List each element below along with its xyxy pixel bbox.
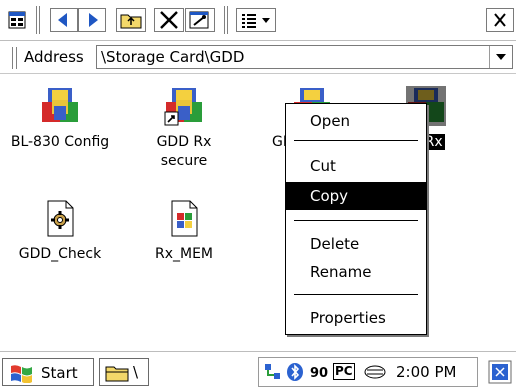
view-icon[interactable]	[6, 8, 28, 32]
menu-separator	[294, 220, 418, 221]
menu-item-cut[interactable]: Cut	[286, 152, 426, 180]
app-shortcut-icon	[164, 86, 204, 126]
file-item[interactable]: BL-830 Config	[0, 86, 120, 152]
connection-icon[interactable]	[263, 362, 283, 382]
menu-item-copy[interactable]: Copy	[286, 182, 426, 210]
toolbar-grip	[36, 6, 40, 34]
file-list: BL-830 Config GDD Rx secure Rx GDD_Check…	[0, 74, 516, 350]
pc-connection-icon[interactable]: PC	[333, 363, 355, 380]
start-button[interactable]: Start	[2, 358, 94, 386]
bluetooth-icon[interactable]	[285, 362, 305, 382]
taskbar-folder-button[interactable]: \	[99, 358, 149, 386]
windows-logo-icon	[11, 365, 32, 383]
sync-icon[interactable]: 90	[309, 363, 331, 381]
menu-item-delete[interactable]: Delete	[286, 230, 426, 258]
start-label: Start	[41, 364, 78, 382]
gear-file-icon	[40, 198, 80, 238]
file-label-line2: secure	[160, 153, 208, 169]
file-label: Rx_MEM	[154, 246, 214, 262]
toolbar-grip	[224, 6, 228, 34]
toolbar	[0, 0, 516, 41]
svg-text:90: 90	[310, 366, 328, 381]
system-tray: 90 PC 2:00 PM	[258, 357, 478, 387]
taskbar-folder-label: \	[133, 363, 139, 381]
file-item[interactable]: GDD_Check	[0, 198, 120, 264]
context-menu: Open Cut Copy Delete Rename Properties	[285, 103, 427, 335]
view-menu-icon[interactable]	[236, 8, 276, 32]
file-label-line1: GDD Rx	[156, 134, 212, 150]
file-label: GDD Rx secure	[124, 133, 244, 171]
clock[interactable]: 2:00 PM	[396, 363, 456, 381]
menu-item-properties[interactable]: Properties	[286, 304, 426, 332]
file-label: BL-830 Config	[10, 134, 110, 150]
back-icon[interactable]	[50, 8, 78, 32]
file-label: GDD_Check	[18, 246, 102, 262]
desktop-icon[interactable]	[488, 360, 512, 384]
folder-icon	[105, 366, 129, 382]
storage-card-icon[interactable]	[362, 363, 388, 381]
address-bar: Address \Storage Card\GDD	[0, 41, 516, 74]
file-item[interactable]: GDD Rx secure	[124, 86, 244, 171]
windows-file-icon	[164, 198, 204, 238]
app-icon	[40, 86, 80, 126]
up-folder-icon[interactable]	[116, 8, 146, 32]
menu-separator	[294, 140, 418, 141]
delete-icon[interactable]	[154, 8, 184, 32]
address-label: Address	[24, 48, 84, 66]
menu-item-rename[interactable]: Rename	[286, 258, 426, 286]
address-value[interactable]: \Storage Card\GDD	[101, 48, 244, 66]
forward-icon[interactable]	[78, 8, 106, 32]
properties-icon[interactable]	[185, 8, 215, 32]
menu-separator	[294, 294, 418, 295]
file-item[interactable]: Rx_MEM	[124, 198, 244, 264]
chevron-down-icon[interactable]	[489, 46, 512, 68]
address-bar-grip	[12, 47, 17, 69]
taskbar: Start \ 90 PC 2:00 PM	[0, 351, 516, 392]
menu-item-open[interactable]: Open	[286, 107, 426, 135]
close-icon[interactable]	[486, 8, 514, 32]
address-field[interactable]: \Storage Card\GDD	[96, 45, 513, 69]
